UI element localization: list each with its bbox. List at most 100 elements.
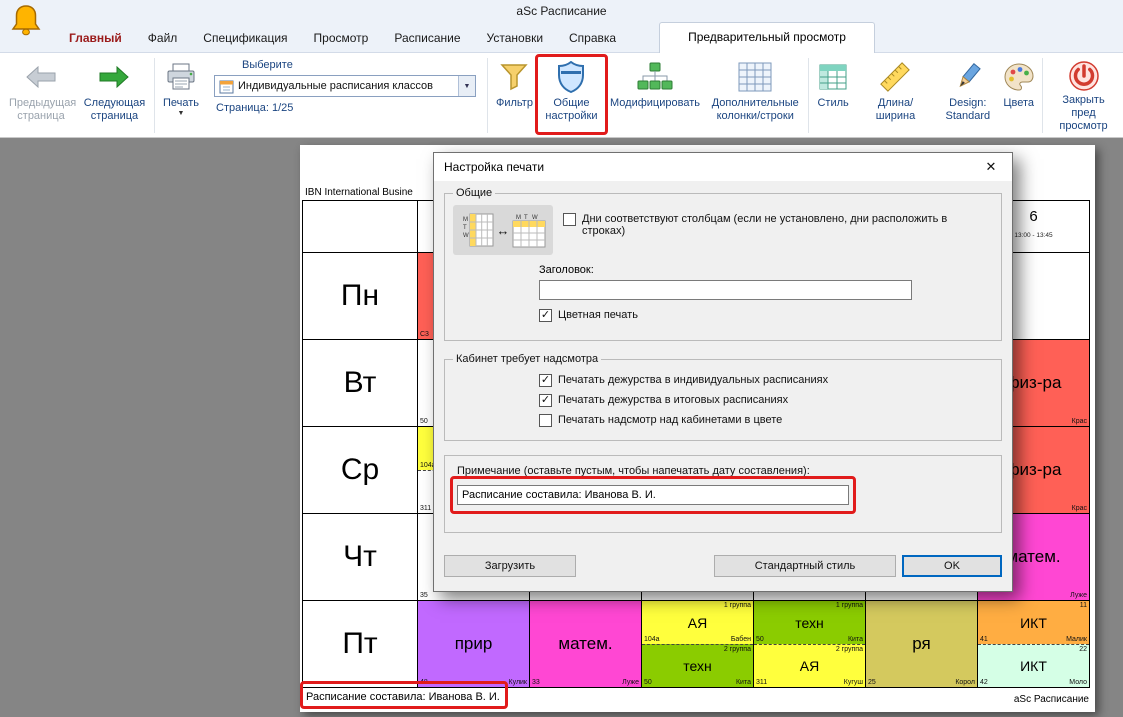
design-label: Design: Standard bbox=[942, 97, 993, 123]
menu-item-specification[interactable]: Спецификация bbox=[190, 24, 300, 52]
checkbox-duty-summary[interactable]: ✓ Печатать дежурства в итоговых расписан… bbox=[539, 394, 993, 407]
day-header-thu: Чт bbox=[303, 514, 418, 601]
check-icon: ✓ bbox=[541, 309, 550, 321]
svg-text:W: W bbox=[463, 233, 469, 239]
checkbox-duty-individual[interactable]: ✓ Печатать дежурства в индивидуальных ра… bbox=[539, 374, 993, 387]
tab-print-preview[interactable]: Предварительный просмотр bbox=[659, 22, 875, 53]
menu-item-main[interactable]: Главный bbox=[56, 24, 135, 52]
teacher-label: Моло bbox=[1069, 679, 1087, 686]
lesson-half-bottom: 2 группа АЯ 311 Кугуш bbox=[754, 644, 865, 687]
teacher-label: Бабен bbox=[731, 636, 751, 643]
menu-item-help[interactable]: Справка bbox=[556, 24, 629, 52]
subject-label: ИКТ bbox=[978, 615, 1089, 631]
checkbox-label: Цветная печать bbox=[558, 309, 638, 321]
checkbox-days-as-columns[interactable]: Дни соответствуют столбцам (если не уста… bbox=[563, 213, 983, 237]
modify-button[interactable]: Модифицировать bbox=[605, 56, 705, 135]
checkbox-box: ✓ bbox=[539, 394, 552, 407]
day-header-wed: Ср bbox=[303, 427, 418, 514]
check-icon: ✓ bbox=[541, 394, 550, 406]
checkbox-color-print[interactable]: ✓ Цветная печать bbox=[539, 309, 993, 322]
lesson-cell-fri-6: 11 ИКТ 41 Малик 22 ИКТ 42 Моло bbox=[978, 601, 1090, 688]
subject-label: АЯ bbox=[642, 615, 753, 631]
power-icon bbox=[1068, 59, 1100, 92]
corner-number: 22 bbox=[1079, 646, 1087, 653]
lesson-half-top: 1 группа техн 50 Кита bbox=[754, 601, 865, 644]
room-label: 50 bbox=[420, 418, 428, 425]
standard-style-button[interactable]: Стандартный стиль bbox=[714, 555, 896, 577]
header-input[interactable] bbox=[539, 280, 912, 300]
toolbar-separator bbox=[154, 58, 155, 133]
subject-label: ря bbox=[866, 634, 977, 654]
filter-label: Фильтр bbox=[496, 97, 533, 110]
lesson-cell-fri-3: 1 группа АЯ 104а Бабен 2 группа техн 50 … bbox=[642, 601, 754, 688]
school-name: IBN International Busine bbox=[305, 187, 413, 198]
colors-label: Цвета bbox=[1003, 97, 1034, 110]
room-label: 42 bbox=[980, 679, 988, 686]
length-width-button[interactable]: Длина/ширина bbox=[854, 56, 937, 135]
pencil-icon bbox=[953, 59, 983, 95]
report-type-icon bbox=[219, 79, 234, 94]
design-button[interactable]: Design: Standard bbox=[937, 56, 998, 135]
day-header-fri: Пт bbox=[303, 601, 418, 688]
checkbox-box bbox=[563, 213, 576, 226]
chevron-down-icon[interactable]: ▼ bbox=[458, 76, 475, 96]
close-preview-label: Закрыть пред просмотр bbox=[1051, 94, 1116, 133]
menu-item-file[interactable]: Файл bbox=[135, 24, 191, 52]
next-page-button[interactable]: Следующая страница bbox=[78, 56, 151, 135]
note-group: Примечание (оставьте пустым, чтобы напеч… bbox=[444, 455, 1002, 533]
close-preview-button[interactable]: Закрыть пред просмотр bbox=[1046, 56, 1121, 135]
filter-button[interactable]: Фильтр bbox=[491, 56, 538, 135]
svg-text:W: W bbox=[532, 215, 538, 221]
checkbox-box bbox=[539, 414, 552, 427]
teacher-label: Крас bbox=[1072, 418, 1087, 425]
general-settings-label: Общие настройки bbox=[543, 97, 600, 123]
period-time: 13:00 - 13:45 bbox=[1014, 232, 1052, 239]
extra-columns-label: Дополнительные колонки/строки bbox=[710, 97, 801, 123]
menu-item-view[interactable]: Просмотр bbox=[301, 24, 382, 52]
group-label: 2 группа bbox=[724, 646, 751, 653]
svg-text:T: T bbox=[463, 225, 467, 231]
toolbar-separator bbox=[487, 58, 488, 133]
menu-item-timetable[interactable]: Расписание bbox=[381, 24, 473, 52]
print-dropdown-icon[interactable]: ▼ bbox=[178, 110, 185, 118]
ok-button[interactable]: OK bbox=[902, 555, 1002, 577]
teacher-label: Кита bbox=[848, 636, 863, 643]
group-label: 1 группа bbox=[724, 602, 751, 609]
teacher-label: Кулик bbox=[509, 679, 527, 686]
checkbox-label: Дни соответствуют столбцам (если не уста… bbox=[582, 213, 983, 237]
header-label: Заголовок: bbox=[539, 264, 594, 276]
report-type-value: Индивидуальные расписания классов bbox=[238, 80, 458, 92]
period-number: 6 bbox=[1029, 208, 1037, 225]
style-table-icon bbox=[819, 59, 847, 95]
close-icon[interactable]: ✕ bbox=[970, 153, 1012, 181]
note-input[interactable] bbox=[457, 485, 849, 505]
length-width-label: Длина/ширина bbox=[859, 97, 932, 123]
dialog-title: Настройка печати bbox=[444, 160, 544, 174]
subject-label: матем. bbox=[530, 634, 641, 654]
previous-page-button[interactable]: Предыдущая страница bbox=[4, 56, 78, 135]
svg-text:T: T bbox=[524, 215, 528, 221]
extra-columns-button[interactable]: Дополнительные колонки/строки bbox=[705, 56, 806, 135]
swap-arrow-icon: ↔ bbox=[497, 223, 510, 238]
supervision-group: Кабинет требует надсмотра ✓ Печатать деж… bbox=[444, 353, 1002, 441]
load-button[interactable]: Загрузить bbox=[444, 555, 576, 577]
menu-item-settings[interactable]: Установки bbox=[474, 24, 556, 52]
subject-label: техн bbox=[642, 658, 753, 674]
lesson-half-bottom: 22 ИКТ 42 Моло bbox=[978, 644, 1089, 687]
print-button[interactable]: Печать ▼ bbox=[158, 56, 204, 135]
asc-bell-logo-icon bbox=[10, 3, 42, 37]
colors-button[interactable]: Цвета bbox=[998, 56, 1039, 135]
report-type-dropdown[interactable]: Индивидуальные расписания классов ▼ bbox=[214, 75, 476, 97]
room-label: 311 bbox=[420, 505, 431, 512]
note-label: Примечание (оставьте пустым, чтобы напеч… bbox=[457, 465, 993, 477]
checkbox-supervision-color[interactable]: Печатать надсмотр над кабинетами в цвете bbox=[539, 414, 993, 427]
page-footer-note: Расписание составила: Иванова В. И. bbox=[306, 687, 500, 705]
window-title: aSc Расписание bbox=[516, 4, 606, 18]
lesson-cell-fri-1: прир 48 Кулик bbox=[418, 601, 530, 688]
style-label: Стиль bbox=[817, 97, 848, 110]
print-settings-dialog: Настройка печати ✕ Общие M T W ↔ M T W bbox=[433, 152, 1013, 592]
lesson-cell-fri-4: 1 группа техн 50 Кита 2 группа АЯ 311 Ку… bbox=[754, 601, 866, 688]
general-settings-button[interactable]: Общие настройки bbox=[538, 56, 605, 135]
style-button[interactable]: Стиль bbox=[812, 56, 853, 135]
footer-note-text: Расписание составила: Иванова В. И. bbox=[306, 691, 500, 703]
